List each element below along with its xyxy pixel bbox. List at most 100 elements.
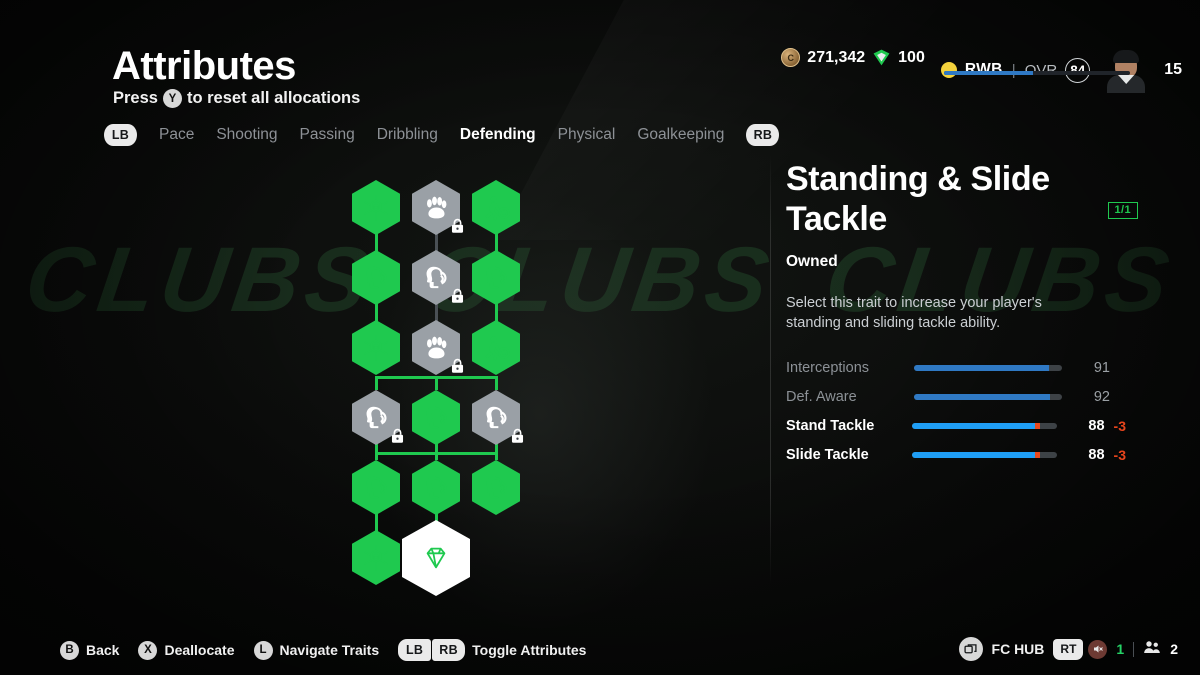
- aware-icon: [361, 473, 391, 503]
- tree-link-vertical: [375, 376, 378, 390]
- lock-icon: [390, 428, 405, 444]
- tree-node-hex: [352, 320, 400, 375]
- ovr-value: 84: [1065, 57, 1091, 83]
- avatar: [1102, 47, 1150, 93]
- paw-icon: [421, 333, 451, 363]
- tree-node-hex: [352, 250, 400, 305]
- tree-node-aware-owned[interactable]: [412, 390, 460, 445]
- tree-node-aware-owned[interactable]: [352, 460, 400, 515]
- tree-node-hex: [472, 180, 520, 235]
- gem-icon: [421, 543, 451, 573]
- tab-shooting[interactable]: Shooting: [216, 126, 277, 144]
- tree-node-aware-owned[interactable]: [352, 250, 400, 305]
- points-amount: 100: [898, 48, 925, 66]
- attribute-tab-bar[interactable]: LB Pace Shooting Passing Dribbling Defen…: [104, 124, 780, 146]
- tree-node-aware-owned[interactable]: [412, 460, 460, 515]
- tackle-icon: [481, 333, 511, 363]
- windows-icon[interactable]: [958, 637, 983, 661]
- footer-action[interactable]: L Navigate Traits: [253, 640, 379, 660]
- player-position: RWB: [964, 61, 1003, 78]
- tree-node-web-owned[interactable]: [352, 320, 400, 375]
- stat-row: Slide Tackle 88 -3: [786, 441, 1126, 470]
- tree-node-hex: [352, 460, 400, 515]
- fc-hub-label[interactable]: FC HUB: [992, 641, 1045, 657]
- reset-hint-suffix: to reset all allocations: [186, 89, 361, 107]
- stat-value: 88: [1088, 418, 1105, 435]
- position-color-dot: [940, 62, 957, 78]
- coin-amount: 271,342: [807, 48, 866, 66]
- tab-goalkeeping[interactable]: Goalkeeping: [637, 126, 724, 144]
- b-button-icon[interactable]: B: [60, 640, 79, 660]
- tree-node-paw-locked[interactable]: [412, 320, 464, 375]
- level-progress-fill: [944, 71, 1034, 75]
- lock-icon: [450, 218, 465, 234]
- aware-icon: [421, 473, 451, 503]
- tab-defending[interactable]: Defending: [460, 126, 536, 144]
- stat-name: Def. Aware: [786, 389, 857, 406]
- muted-speaker-icon[interactable]: [1088, 639, 1108, 659]
- footer-action[interactable]: X Deallocate: [138, 640, 235, 660]
- stat-bar: [914, 365, 1062, 372]
- tree-node-aware-locked[interactable]: [352, 390, 404, 445]
- coin-icon: C: [781, 48, 801, 67]
- tree-node-gem-owned[interactable]: [402, 520, 470, 596]
- tab-pace[interactable]: Pace: [159, 126, 194, 144]
- stat-bar-fill: [914, 365, 1049, 372]
- l-button-icon[interactable]: L: [253, 640, 273, 660]
- tab-dribbling[interactable]: Dribbling: [377, 126, 438, 144]
- player-summary[interactable]: RWB | OVR 84 15: [940, 40, 1182, 93]
- footer-action[interactable]: B Back: [60, 640, 120, 660]
- tree-node-tackle-owned[interactable]: [472, 180, 520, 235]
- aware-icon: [481, 263, 511, 293]
- stat-row: Stand Tackle 88 -3: [786, 412, 1126, 441]
- stat-row: Def. Aware 92: [786, 383, 1126, 412]
- rt-button-icon[interactable]: RT: [1053, 638, 1084, 660]
- tree-node-hex: [472, 460, 520, 515]
- footer-action-label: Toggle Attributes: [472, 642, 587, 658]
- lb-bumper-icon[interactable]: LB: [398, 639, 432, 661]
- tree-link-vertical: [495, 376, 498, 390]
- tree-node-web-owned[interactable]: [352, 530, 400, 585]
- tab-passing[interactable]: Passing: [300, 126, 355, 144]
- tree-node-aware-owned[interactable]: [472, 460, 520, 515]
- aware-icon: [361, 403, 391, 433]
- tree-node-hex: [412, 460, 460, 515]
- stat-bar-delta: [1035, 423, 1040, 430]
- stat-value: 91: [1093, 360, 1110, 377]
- tree-node-tackle-owned[interactable]: [472, 320, 520, 375]
- stat-row: Interceptions 91: [786, 354, 1126, 383]
- stat-bar-delta: [1035, 452, 1040, 459]
- ovr-label: OVR: [1024, 61, 1058, 79]
- stat-bar-fill: [911, 452, 1036, 459]
- tree-node-paw-locked[interactable]: [412, 180, 464, 235]
- stat-value: 92: [1093, 389, 1110, 406]
- tree-node-aware-owned[interactable]: [472, 250, 520, 305]
- panel-divider: [770, 155, 771, 585]
- tree-link-vertical: [435, 452, 438, 460]
- web-icon: [361, 193, 391, 223]
- people-icon: [1143, 640, 1161, 659]
- lock-icon: [450, 358, 465, 374]
- footer-action-label: Back: [86, 642, 120, 658]
- y-button-icon[interactable]: Y: [162, 89, 182, 108]
- tree-node-web-owned[interactable]: [352, 180, 400, 235]
- tree-node-aware-locked[interactable]: [412, 250, 464, 305]
- tree-node-hex: [402, 520, 470, 596]
- stat-delta-label: -3: [1113, 418, 1126, 435]
- bumper-pair-icon[interactable]: LB RB: [398, 639, 466, 661]
- x-button-icon[interactable]: X: [138, 640, 158, 660]
- rb-bumper-icon[interactable]: RB: [746, 124, 780, 146]
- footer-action[interactable]: LB RB Toggle Attributes: [398, 639, 586, 661]
- top-right-hud: C 271,342 100 RWB | OVR 84 15: [781, 40, 1182, 93]
- page-title: Attributes: [112, 44, 296, 88]
- footer-action-label: Deallocate: [164, 642, 235, 658]
- player-level: 15: [1164, 61, 1182, 78]
- stat-bar-fill: [911, 423, 1036, 430]
- tab-physical[interactable]: Physical: [558, 126, 616, 144]
- tree-node-aware-locked[interactable]: [472, 390, 524, 445]
- lb-bumper-icon[interactable]: LB: [104, 124, 137, 146]
- rb-bumper-icon[interactable]: RB: [432, 639, 466, 661]
- trait-skill-tree[interactable]: [340, 168, 550, 596]
- trait-count-badge: 1/1: [1107, 202, 1138, 219]
- tree-link-vertical: [435, 376, 438, 390]
